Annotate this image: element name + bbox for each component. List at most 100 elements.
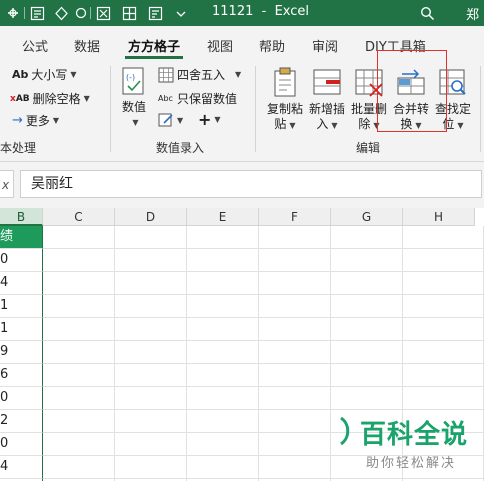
- cell-b-value[interactable]: 6: [0, 364, 43, 387]
- cell-b-value[interactable]: 4: [0, 272, 43, 295]
- cell[interactable]: [331, 387, 403, 410]
- cell[interactable]: [115, 249, 187, 272]
- cell[interactable]: [115, 456, 187, 479]
- cell[interactable]: [115, 295, 187, 318]
- customize-toolbar-icon[interactable]: [172, 4, 190, 22]
- cell[interactable]: [259, 410, 331, 433]
- cell-b-value[interactable]: 1: [0, 295, 43, 318]
- formula-input[interactable]: 吴丽红: [20, 170, 482, 198]
- cell[interactable]: [403, 226, 484, 249]
- search-icon[interactable]: [418, 4, 436, 22]
- cell[interactable]: [259, 456, 331, 479]
- cell[interactable]: [331, 272, 403, 295]
- cell[interactable]: [187, 249, 259, 272]
- keep-value-button[interactable]: Abc 只保留数值: [158, 90, 237, 107]
- cell[interactable]: [43, 364, 115, 387]
- delete-box-icon[interactable]: [94, 4, 112, 22]
- copy-paste-button[interactable]: 复制粘 贴 ▼: [264, 66, 306, 133]
- cell[interactable]: [331, 318, 403, 341]
- form-icon[interactable]: [28, 4, 46, 22]
- cell[interactable]: [115, 226, 187, 249]
- cell[interactable]: [403, 295, 484, 318]
- cell[interactable]: [43, 387, 115, 410]
- cell[interactable]: [187, 295, 259, 318]
- cell[interactable]: [115, 318, 187, 341]
- column-header-g[interactable]: G: [331, 208, 403, 226]
- cell[interactable]: [403, 364, 484, 387]
- column-header-f[interactable]: F: [259, 208, 331, 226]
- cell[interactable]: [331, 364, 403, 387]
- cell[interactable]: [187, 364, 259, 387]
- user-avatar[interactable]: 郑: [466, 4, 479, 23]
- cell[interactable]: [259, 318, 331, 341]
- cell[interactable]: [43, 226, 115, 249]
- column-header-c[interactable]: C: [43, 208, 115, 226]
- column-header-e[interactable]: E: [187, 208, 259, 226]
- cell-b-value[interactable]: 1: [0, 318, 43, 341]
- column-header-d[interactable]: D: [115, 208, 187, 226]
- tab-data[interactable]: 数据: [74, 36, 100, 55]
- cell-b-value[interactable]: 0: [0, 249, 43, 272]
- tab-help[interactable]: 帮助: [259, 36, 285, 55]
- cell[interactable]: [259, 249, 331, 272]
- cell[interactable]: [259, 341, 331, 364]
- cell[interactable]: [331, 226, 403, 249]
- cell[interactable]: [331, 249, 403, 272]
- insert-symbol-button[interactable]: + ▼: [198, 110, 221, 129]
- cell[interactable]: [43, 272, 115, 295]
- cell[interactable]: [187, 410, 259, 433]
- cell-b-header[interactable]: 绩: [0, 226, 43, 249]
- cell[interactable]: [403, 387, 484, 410]
- cell[interactable]: [187, 387, 259, 410]
- cell[interactable]: [115, 387, 187, 410]
- cell[interactable]: [43, 433, 115, 456]
- edit-cell-button[interactable]: ▼: [158, 112, 183, 128]
- insert-button[interactable]: 新增插 入 ▼: [306, 66, 348, 133]
- tab-review[interactable]: 审阅: [312, 36, 338, 55]
- cell[interactable]: [115, 410, 187, 433]
- cell-b-value[interactable]: 0: [0, 433, 43, 456]
- round-button[interactable]: 四舍五入 ▼: [158, 66, 241, 83]
- cell[interactable]: [259, 433, 331, 456]
- cell[interactable]: [403, 272, 484, 295]
- cell[interactable]: [43, 456, 115, 479]
- cell-b-value[interactable]: 4: [0, 456, 43, 479]
- cell[interactable]: [187, 318, 259, 341]
- cell[interactable]: [43, 249, 115, 272]
- cell[interactable]: [187, 226, 259, 249]
- grid-view-icon[interactable]: [120, 4, 138, 22]
- remove-space-button[interactable]: xAB 删除空格 ▼: [10, 90, 90, 107]
- undo-icon[interactable]: [72, 4, 90, 22]
- cell[interactable]: [187, 272, 259, 295]
- tab-fangfang[interactable]: 方方格子: [128, 36, 180, 55]
- cell[interactable]: [403, 341, 484, 364]
- cell[interactable]: [115, 433, 187, 456]
- cell[interactable]: [259, 226, 331, 249]
- shape-icon[interactable]: [52, 4, 70, 22]
- cell[interactable]: [259, 364, 331, 387]
- cell-b-value[interactable]: 2: [0, 410, 43, 433]
- cell[interactable]: [43, 410, 115, 433]
- cell[interactable]: [115, 364, 187, 387]
- cell[interactable]: [187, 433, 259, 456]
- cell[interactable]: [43, 318, 115, 341]
- cell[interactable]: [187, 341, 259, 364]
- cell[interactable]: [259, 387, 331, 410]
- tab-view[interactable]: 视图: [207, 36, 233, 55]
- more-button[interactable]: → 更多 ▼: [12, 112, 59, 129]
- cell[interactable]: [43, 341, 115, 364]
- cell-b-value[interactable]: 0: [0, 387, 43, 410]
- cell[interactable]: [115, 272, 187, 295]
- sort-icon[interactable]: [146, 4, 164, 22]
- tab-formulas[interactable]: 公式: [22, 36, 48, 55]
- cell[interactable]: [403, 318, 484, 341]
- cell[interactable]: [43, 295, 115, 318]
- touch-mode-icon[interactable]: [4, 4, 22, 22]
- column-header-b[interactable]: B: [0, 208, 43, 226]
- cell[interactable]: [115, 341, 187, 364]
- cell[interactable]: [331, 341, 403, 364]
- cell[interactable]: [403, 249, 484, 272]
- column-header-h[interactable]: H: [403, 208, 475, 226]
- cell[interactable]: [259, 272, 331, 295]
- case-button[interactable]: Ab 大小写 ▼: [12, 66, 77, 83]
